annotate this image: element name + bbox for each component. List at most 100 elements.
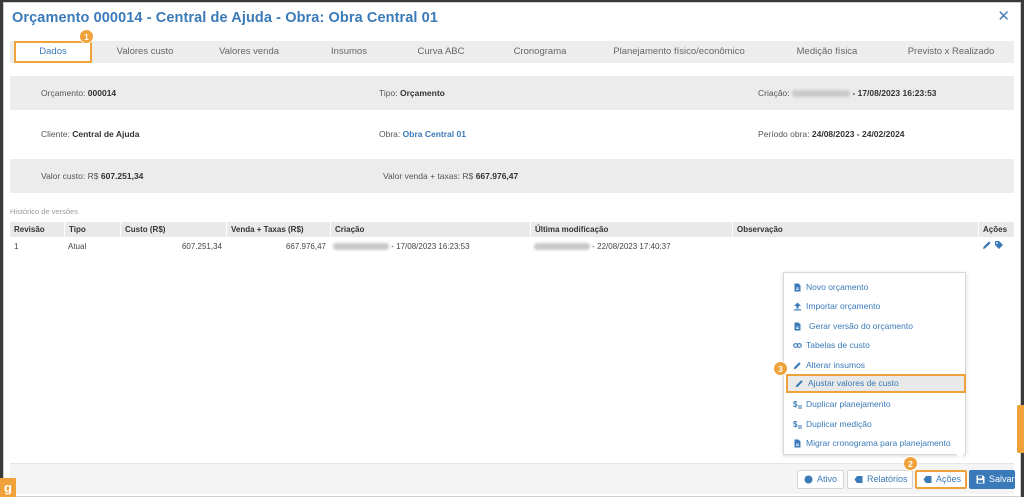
document-icon — [794, 439, 801, 448]
tab-dados[interactable]: Dados — [14, 41, 92, 63]
cell-ultima-date: - 22/08/2023 17:40:37 — [592, 242, 671, 251]
menu-item-label: Tabelas de custo — [806, 340, 870, 350]
valor-custo-label: Valor custo: R$ — [41, 171, 99, 181]
cliente-field: Cliente: Central de Ajuda — [41, 117, 139, 151]
col-acoes: Ações — [978, 222, 1014, 237]
ativo-button[interactable]: Ativo — [797, 470, 844, 489]
corner-logo: g — [0, 478, 16, 497]
col-criacao: Criação — [330, 222, 530, 237]
col-tipo: Tipo — [64, 222, 120, 237]
cell-revisao: 1 — [14, 242, 19, 251]
valor-venda-value: 667.976,47 — [475, 171, 519, 181]
cell-ultima: - 22/08/2023 17:40:37 — [534, 239, 671, 254]
cell-venda: 667.976,47 — [285, 242, 326, 251]
menu-item-label: Migrar cronograma para planejamento — [806, 438, 951, 448]
valor-venda-label: Valor venda + taxas: R$ — [383, 171, 474, 181]
acoes-label: Ações — [936, 474, 962, 484]
periodo-label: Período obra: — [758, 129, 810, 139]
criacao-value: - 17/08/2023 16:23:53 — [852, 88, 937, 98]
history-label: Histórico de versões — [10, 207, 78, 216]
obra-link[interactable]: Obra Central 01 — [403, 129, 466, 139]
menu-item-label: Importar orçamento — [806, 301, 881, 311]
menu-item-tabelas-custo[interactable]: Tabelas de custo — [784, 336, 965, 355]
tab-previsto-realizado[interactable]: Previsto x Realizado — [898, 41, 1004, 63]
tab-medicao-fisica[interactable]: Medição física — [782, 41, 872, 63]
svg-text:$: $ — [793, 400, 798, 409]
dollar-list-icon: $ — [793, 420, 802, 429]
menu-item-label: Duplicar planejamento — [806, 399, 891, 409]
menu-item-gerar-versao[interactable]: Gerar versão do orçamento — [784, 317, 965, 336]
criacao-field: Criação: - 17/08/2023 16:23:53 — [758, 76, 937, 110]
edit-icon[interactable] — [982, 240, 992, 250]
menu-item-duplicar-medicao[interactable]: $ Duplicar medição — [784, 415, 965, 434]
document-icon — [794, 322, 801, 331]
menu-item-duplicar-planejamento[interactable]: $ Duplicar planejamento — [784, 395, 965, 414]
step-badge-1: 1 — [79, 29, 94, 44]
col-custo: Custo (R$) — [120, 222, 226, 237]
step-badge-3: 3 — [773, 361, 788, 376]
valor-custo-value: 607.251,34 — [100, 171, 144, 181]
tipo-field: Tipo: Orçamento — [379, 76, 445, 110]
redacted-user — [792, 90, 851, 98]
tag-icon — [854, 476, 863, 483]
menu-item-alterar-insumos[interactable]: Alterar insumos — [784, 356, 965, 375]
ativo-label: Ativo — [817, 474, 838, 484]
cell-custo: 607.251,34 — [181, 242, 222, 251]
menu-item-label: Novo orçamento — [806, 282, 869, 292]
tab-planejamento[interactable]: Planejamento físico/econômico — [604, 41, 754, 63]
tag-icon — [923, 476, 932, 483]
redacted-user — [333, 243, 389, 251]
menu-item-label: Gerar versão do orçamento — [809, 321, 913, 331]
orcamento-value: 000014 — [87, 88, 117, 98]
criacao-label: Criação: — [758, 88, 790, 98]
tab-valores-venda[interactable]: Valores venda — [206, 41, 292, 63]
cell-tipo: Atual — [68, 242, 87, 251]
save-icon — [976, 475, 985, 484]
actions-dropdown: Novo orçamento Importar orçamento Gerar … — [783, 272, 966, 455]
tipo-value: Orçamento — [399, 88, 445, 98]
modal-title: Orçamento 000014 - Central de Ajuda - Ob… — [12, 10, 438, 26]
orcamento-label: Orçamento: — [41, 88, 86, 98]
circle-icon — [804, 475, 813, 484]
salvar-label: Salvar — [989, 474, 1015, 484]
tab-valores-custo[interactable]: Valores custo — [102, 41, 188, 63]
cliente-value: Central de Ajuda — [72, 129, 140, 139]
menu-item-migrar-cronograma[interactable]: Migrar cronograma para planejamento — [784, 434, 965, 453]
acoes-button[interactable]: Ações — [915, 470, 967, 489]
pencil-icon — [795, 380, 803, 388]
info-row-3: Valor custo: R$ 607.251,34 Valor venda +… — [10, 159, 1014, 193]
close-icon[interactable]: ✕ — [997, 9, 1010, 24]
periodo-field: Período obra: 24/08/2023 - 24/02/2024 — [758, 117, 905, 151]
menu-item-ajustar-valores-custo[interactable]: Ajustar valores de custo — [786, 374, 966, 393]
side-help-tab[interactable] — [1017, 405, 1024, 453]
menu-item-label: Duplicar medição — [806, 419, 872, 429]
svg-text:$: $ — [793, 420, 798, 429]
relatorios-button[interactable]: Relatórios — [847, 470, 913, 489]
col-ultima-modificacao: Última modificação — [530, 222, 732, 237]
table-row: 1 Atual 607.251,34 667.976,47 - 17/08/20… — [10, 239, 1014, 254]
tab-curva-abc[interactable]: Curva ABC — [408, 41, 474, 63]
valor-custo-field: Valor custo: R$ 607.251,34 — [41, 159, 143, 193]
col-observacao: Observação — [732, 222, 978, 237]
orcamento-field: Orçamento: 000014 — [41, 76, 116, 110]
valor-venda-field: Valor venda + taxas: R$ 667.976,47 — [383, 159, 518, 193]
menu-item-importar-orcamento[interactable]: Importar orçamento — [784, 297, 965, 316]
step-badge-2: 2 — [903, 456, 918, 471]
info-row-2: Cliente: Central de Ajuda Obra: Obra Cen… — [10, 117, 1014, 151]
tab-insumos[interactable]: Insumos — [316, 41, 382, 63]
menu-item-label: Ajustar valores de custo — [808, 378, 899, 388]
salvar-button[interactable]: Salvar — [969, 470, 1015, 489]
col-revisao: Revisão — [14, 225, 45, 234]
relatorios-label[interactable]: Relatórios — [867, 471, 908, 488]
menu-item-novo-orcamento[interactable]: Novo orçamento — [784, 278, 965, 297]
obra-field: Obra: Obra Central 01 — [379, 117, 466, 151]
tag-icon[interactable] — [994, 240, 1004, 250]
tab-cronograma[interactable]: Cronograma — [504, 41, 576, 63]
history-table-header: Revisão Tipo Custo (R$) Venda + Taxas (R… — [10, 222, 1014, 237]
tipo-label: Tipo: — [379, 88, 398, 98]
cell-criacao-date: - 17/08/2023 16:23:53 — [391, 242, 470, 251]
pencil-icon — [793, 362, 801, 370]
obra-label: Obra: — [379, 129, 401, 139]
menu-item-label: Alterar insumos — [806, 360, 866, 370]
upload-icon — [794, 302, 801, 311]
